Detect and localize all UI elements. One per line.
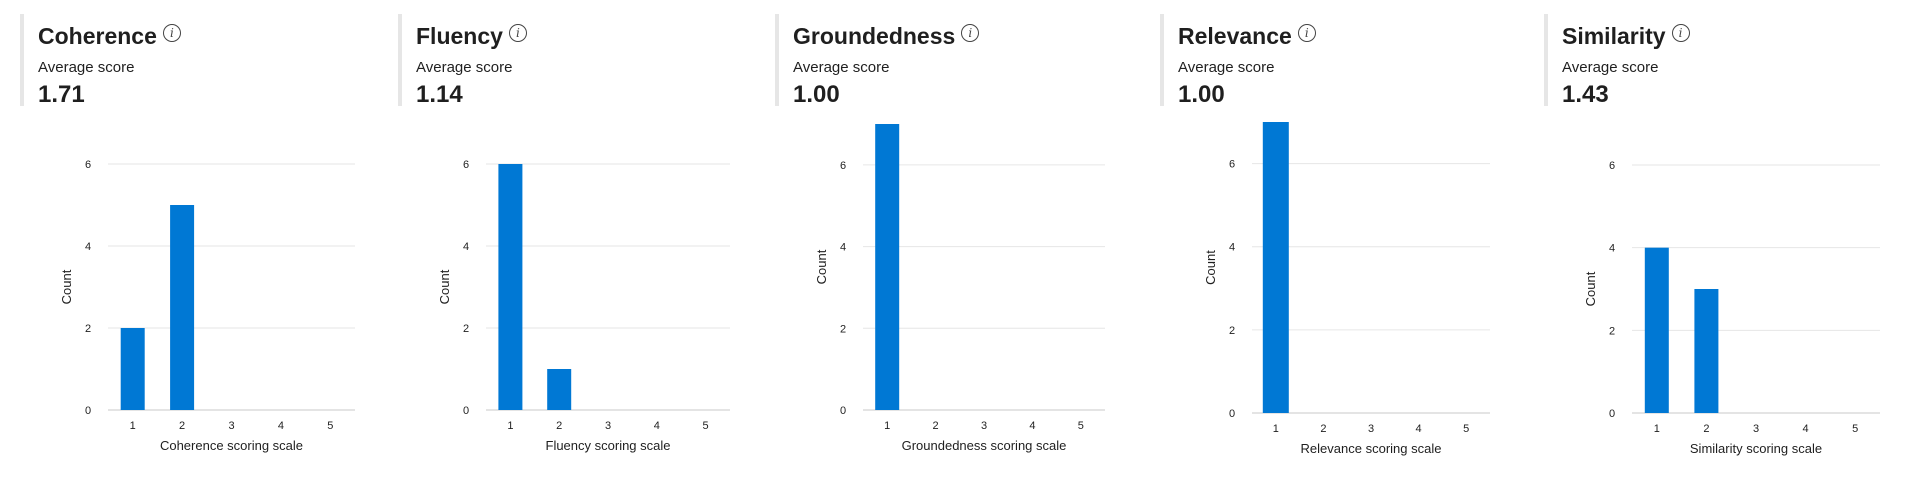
y-tick-label: 0 [85,405,91,417]
bar-1 [120,328,145,410]
y-tick-label: 6 [463,159,469,171]
bar-2 [170,205,195,410]
x-tick-label: 2 [1320,423,1326,435]
bar-1 [1644,247,1669,413]
y-tick-label: 6 [1609,160,1615,172]
bar-chart-coherence: 0 2 4 6 1 2 3 4 5 Coherence scoring scale Count [59,159,355,453]
metric-panel-groundedness: Groundedness i Average score 1.00 024612… [775,0,1115,479]
bar-1 [498,164,523,410]
metric-panel-similarity: Similarity i Average score 1.43 02461234… [1544,0,1884,479]
y-tick-label: 0 [463,405,469,417]
x-tick-label: 1 [130,420,136,432]
x-tick-label: 3 [1368,423,1374,435]
y-tick-label: 6 [1229,159,1235,171]
metric-panel-fluency: Fluency i Average score 1.14 0 2 4 6 1 2 3 4 5 Fl… [398,0,738,479]
x-axis-title: Similarity scoring scale [1690,441,1822,456]
x-tick-label: 1 [1273,423,1279,435]
x-tick-label: 5 [1463,423,1469,435]
y-axis-title: Count [1583,271,1598,306]
y-tick-label: 4 [1609,243,1615,255]
x-tick-label: 3 [981,420,987,432]
x-tick-label: 4 [1416,423,1422,435]
y-tick-label: 4 [463,241,469,253]
x-tick-label: 1 [884,420,890,432]
bar-chart-fluency: 0 2 4 6 1 2 3 4 5 Fluency scoring scale Count [437,159,730,453]
y-tick-label: 4 [85,241,91,253]
bar-chart-groundedness: 0 2 4 6 1 2 3 4 5 Groundedness scoring scale Count [814,124,1105,453]
y-axis-title: Count [437,269,452,304]
y-tick-label: 2 [1609,325,1615,337]
y-tick-label: 6 [840,160,846,172]
x-tick-label: 4 [1803,423,1809,435]
y-tick-label: 2 [1229,325,1235,337]
y-tick-label: 0 [1609,408,1615,420]
bar-chart-similarity: 0 2 4 6 1 2 3 4 5 Similarity scoring scale Count [1583,160,1880,456]
x-tick-label: 3 [605,420,611,432]
metric-panel-coherence: Coherence i Average score 1.71 024612345… [20,0,360,479]
x-tick-label: 5 [1852,423,1858,435]
x-tick-label: 3 [228,420,234,432]
x-tick-label: 2 [1703,423,1709,435]
bar-2 [547,369,572,410]
x-tick-label: 5 [1078,420,1084,432]
x-axis-title: Groundedness scoring scale [902,438,1067,453]
y-tick-label: 4 [840,242,846,254]
x-tick-label: 4 [654,420,660,432]
x-tick-label: 1 [1654,423,1660,435]
y-axis-title: Count [814,249,829,284]
y-axis-title: Count [59,269,74,304]
y-tick-label: 2 [840,323,846,335]
bar-1 [875,124,900,410]
bar-2 [1694,289,1719,413]
bar-1 [1262,122,1289,413]
x-tick-label: 4 [1029,420,1035,432]
x-axis-title: Relevance scoring scale [1301,441,1442,456]
y-axis-title: Count [1203,250,1218,285]
x-tick-label: 2 [933,420,939,432]
y-tick-label: 6 [85,159,91,171]
x-tick-label: 4 [278,420,284,432]
x-tick-label: 1 [507,420,513,432]
y-tick-label: 0 [840,405,846,417]
x-tick-label: 5 [703,420,709,432]
x-axis-title: Coherence scoring scale [160,438,303,453]
x-tick-label: 5 [327,420,333,432]
y-tick-label: 2 [463,323,469,335]
x-tick-label: 2 [556,420,562,432]
y-tick-label: 0 [1229,408,1235,420]
y-tick-label: 4 [1229,242,1235,254]
bar-chart-relevance: 0 2 4 6 1 2 3 4 5 Relevance scoring scale Count [1203,122,1490,456]
y-tick-label: 2 [85,323,91,335]
x-tick-label: 2 [179,420,185,432]
x-axis-title: Fluency scoring scale [546,438,671,453]
metric-panel-relevance: Relevance i Average score 1.00 024612345… [1160,0,1500,479]
x-tick-label: 3 [1753,423,1759,435]
